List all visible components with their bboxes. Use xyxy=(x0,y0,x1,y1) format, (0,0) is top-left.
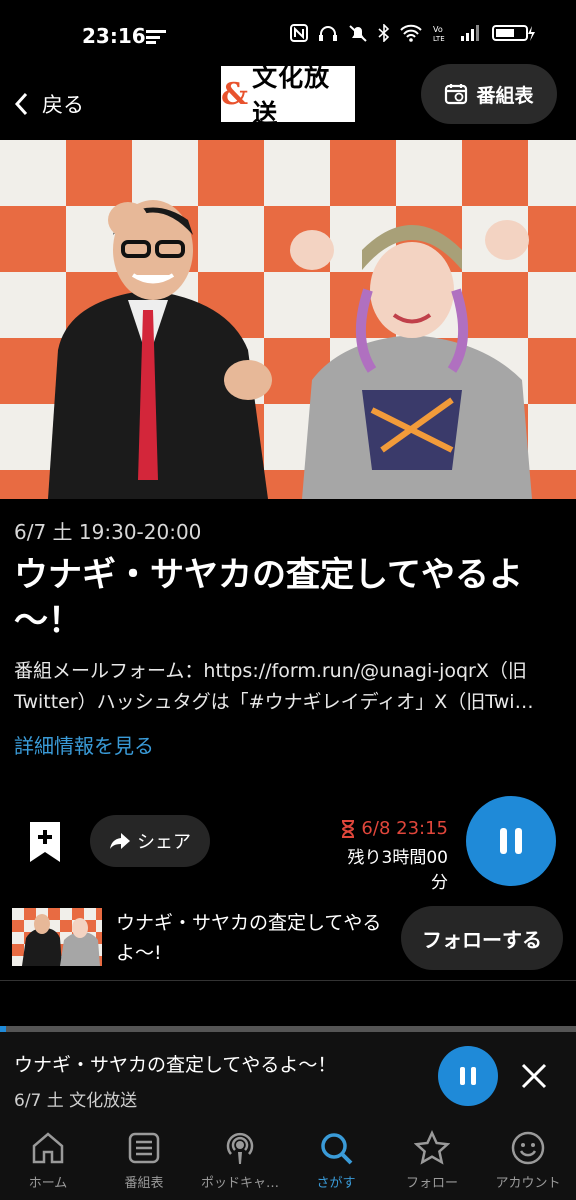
status-time: 23:16 xyxy=(82,24,146,48)
nav-follow-label: フォロー xyxy=(405,1176,458,1191)
nav-podcast[interactable]: ポッドキャ… xyxy=(192,1120,288,1200)
volte-icon: VoLTE xyxy=(433,25,445,42)
wifi-icon xyxy=(400,24,422,42)
episode-description: 番組メールフォーム：https://form.run/@unagi-joqrX（… xyxy=(14,660,534,713)
nav-home[interactable]: ホーム xyxy=(0,1120,96,1200)
host-photo-female xyxy=(290,220,532,499)
account-icon xyxy=(511,1131,545,1165)
back-button[interactable]: 戻る xyxy=(14,82,84,126)
program-thumbnail[interactable] xyxy=(12,908,102,966)
svg-text:Vo: Vo xyxy=(433,25,443,34)
pause-button[interactable] xyxy=(466,796,556,886)
follow-button[interactable]: フォローする xyxy=(401,906,563,970)
nav-follow[interactable]: フォロー xyxy=(384,1120,480,1200)
schedule-label: 番組表 xyxy=(476,84,534,107)
status-icons: Vo LTE xyxy=(290,24,536,42)
bottom-nav: ホーム 番組表 ポッドキャ… さがす フォロー アカウント xyxy=(0,1120,576,1200)
share-label: シェア xyxy=(137,832,191,853)
share-arrow-icon xyxy=(110,833,130,849)
svg-text:LTE: LTE xyxy=(433,35,445,42)
mute-icon xyxy=(349,25,367,42)
nav-search-label: さがす xyxy=(316,1176,356,1191)
mini-player-title: ウナギ・サヤカの査定してやるよ～！ xyxy=(14,1054,337,1076)
mini-player-subtitle: 6/7 土 文化放送 xyxy=(14,1091,138,1111)
back-label: 戻る xyxy=(42,93,84,117)
schedule-icon xyxy=(445,84,468,105)
notification-icon xyxy=(146,30,166,44)
logo-text: 文化放送 xyxy=(252,63,331,128)
nav-schedule-label: 番組表 xyxy=(124,1176,164,1191)
headphones-icon xyxy=(319,26,337,41)
chevron-left-icon xyxy=(14,92,28,116)
search-icon xyxy=(321,1133,353,1165)
host-photo-male xyxy=(48,200,272,499)
nav-search[interactable]: さがす xyxy=(288,1120,384,1200)
pause-icon xyxy=(460,1067,476,1085)
station-logo: & 文化放送 xyxy=(221,63,355,128)
nav-account[interactable]: アカウント xyxy=(480,1120,576,1200)
episode-title: ウナギ・サヤカの査定してやるよ～！ xyxy=(14,555,523,641)
deadline-date: 6/8 23:15 xyxy=(361,818,448,839)
close-icon[interactable] xyxy=(518,1060,550,1092)
divider xyxy=(0,980,576,981)
broadcast-date: 6/7 土 19:30-20:00 xyxy=(14,520,202,544)
home-icon xyxy=(32,1132,64,1164)
nfc-icon xyxy=(290,24,308,42)
signal-icon xyxy=(461,25,479,41)
battery-icon xyxy=(492,25,535,41)
bluetooth-icon xyxy=(378,24,390,42)
details-link[interactable]: 詳細情報を見る xyxy=(14,730,154,759)
nav-schedule[interactable]: 番組表 xyxy=(96,1120,192,1200)
nav-podcast-label: ポッドキャ… xyxy=(200,1176,279,1191)
hourglass-icon xyxy=(342,819,355,838)
logo-amp: & xyxy=(221,76,249,112)
schedule-button[interactable]: 番組表 xyxy=(421,64,557,124)
mini-pause-button[interactable] xyxy=(438,1046,498,1106)
remaining-time: 残り3時間00分 xyxy=(347,848,448,893)
listening-deadline: 6/8 23:15 残り3時間00分 xyxy=(332,818,448,893)
star-icon xyxy=(414,1130,450,1165)
nav-account-label: アカウント xyxy=(495,1176,561,1191)
pause-icon xyxy=(500,828,522,854)
bookmark-add-icon[interactable] xyxy=(26,820,64,864)
share-button[interactable]: シェア xyxy=(90,815,210,867)
program-hero-image xyxy=(0,140,576,499)
program-title[interactable]: ウナギ・サヤカの査定してやるよ～! xyxy=(116,908,386,968)
program-thumbnail-photo xyxy=(22,914,100,966)
nav-home-label: ホーム xyxy=(28,1176,68,1191)
schedule-icon xyxy=(128,1132,160,1164)
podcast-icon xyxy=(226,1132,254,1164)
